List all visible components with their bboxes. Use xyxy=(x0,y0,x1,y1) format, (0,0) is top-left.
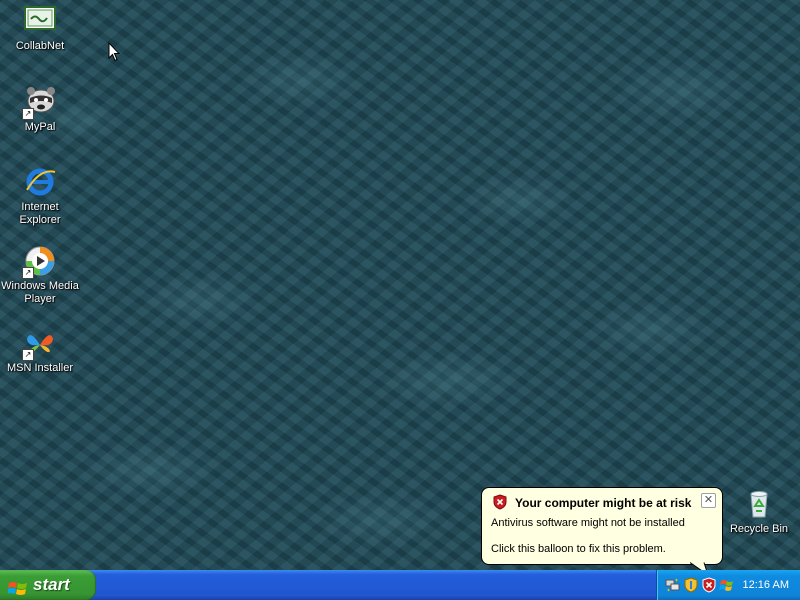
security-alert-icon[interactable] xyxy=(701,577,717,593)
network-connection-icon[interactable] xyxy=(665,577,681,593)
start-label: start xyxy=(33,575,70,594)
windows-update-icon[interactable] xyxy=(719,577,735,593)
desktop-icon-windows-media-player[interactable]: ↗ Windows Media Player xyxy=(1,245,79,306)
desktop-icon-recycle-bin[interactable]: Recycle Bin xyxy=(720,488,798,536)
raccoon-icon: ↗ xyxy=(22,86,56,120)
desktop-icon-label: Windows Media Player xyxy=(1,280,79,305)
desktop-icon-label: Recycle Bin xyxy=(729,523,789,535)
desktop-icon-mypal[interactable]: ↗ MyPal xyxy=(1,86,79,134)
balloon-title: Your computer might be at risk xyxy=(515,496,692,510)
shortcut-arrow-icon: ↗ xyxy=(22,349,34,361)
clock[interactable]: 12:16 AM xyxy=(743,570,789,600)
desktop[interactable]: CollabNet ↗ MyPal Internet Explorer ↗ Wi… xyxy=(0,0,800,600)
internet-explorer-icon xyxy=(24,166,56,198)
desktop-icon-internet-explorer[interactable]: Internet Explorer xyxy=(1,166,79,227)
mouse-cursor-icon xyxy=(108,41,121,67)
recycle-bin-icon xyxy=(743,488,775,520)
shortcut-arrow-icon: ↗ xyxy=(22,108,34,120)
security-shield-icon[interactable] xyxy=(683,577,699,593)
balloon-instruction: Click this balloon to fix this problem. xyxy=(491,543,666,555)
security-shield-alert-icon xyxy=(492,494,508,513)
system-tray: 12:16 AM xyxy=(656,570,800,600)
security-alert-balloon[interactable]: Your computer might be at risk ✕ Antivir… xyxy=(481,487,723,565)
taskbar: start 12:16 AM xyxy=(0,570,800,600)
desktop-icon-label: MSN Installer xyxy=(6,362,74,374)
start-button[interactable]: start xyxy=(0,570,96,600)
media-player-icon: ↗ xyxy=(22,245,56,279)
desktop-icon-label: Internet Explorer xyxy=(19,201,61,226)
balloon-close-button[interactable]: ✕ xyxy=(701,493,716,508)
collabnet-icon xyxy=(24,5,56,37)
desktop-icon-collabnet[interactable]: CollabNet xyxy=(1,5,79,53)
windows-flag-icon xyxy=(7,577,28,600)
msn-butterfly-icon: ↗ xyxy=(22,327,56,361)
balloon-message: Antivirus software might not be installe… xyxy=(491,517,685,529)
desktop-icon-msn-installer[interactable]: ↗ MSN Installer xyxy=(1,327,79,375)
shortcut-arrow-icon: ↗ xyxy=(22,267,34,279)
desktop-icon-label: MyPal xyxy=(24,121,56,133)
desktop-icon-label: CollabNet xyxy=(15,40,65,52)
